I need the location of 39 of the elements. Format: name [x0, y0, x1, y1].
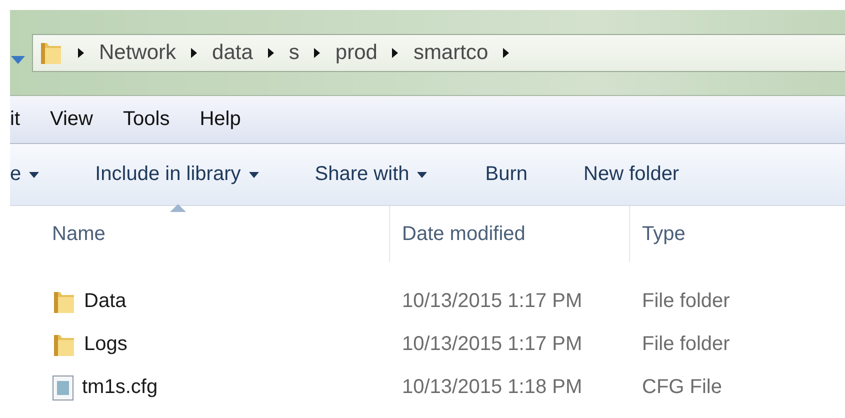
file-type: File folder	[642, 290, 730, 312]
file-name[interactable]: Data	[84, 290, 126, 313]
chevron-icon[interactable]	[266, 46, 275, 58]
date-modified: 10/13/2015 1:18 PM	[402, 376, 582, 398]
menu-item[interactable]: View	[50, 108, 93, 131]
breadcrumb-segment[interactable]: prod	[335, 40, 378, 64]
toolbar-button[interactable]: e	[10, 163, 40, 186]
file-type: CFG File	[642, 376, 722, 398]
chevron-icon[interactable]	[77, 46, 85, 58]
dropdown-chevron-icon[interactable]	[10, 54, 26, 64]
menu-item[interactable]: Help	[200, 108, 241, 131]
chevron-icon[interactable]	[391, 46, 400, 58]
breadcrumb-segment[interactable]: smartco	[413, 40, 488, 64]
sort-arrow-icon	[170, 204, 186, 212]
menu-item[interactable]: Tools	[123, 108, 170, 131]
breadcrumb-segment[interactable]: s	[288, 40, 300, 64]
breadcrumb-segment[interactable]: data	[212, 40, 253, 64]
address-bar[interactable]: Network data s prod smartco	[32, 34, 845, 72]
file-name[interactable]: tm1s.cfg	[82, 376, 158, 399]
file-type: File folder	[642, 333, 730, 355]
toolbar-button[interactable]: New folder	[584, 163, 680, 186]
column-header[interactable]: Type	[630, 206, 830, 262]
breadcrumb-segment[interactable]: Network	[99, 40, 176, 64]
date-modified: 10/13/2015 1:17 PM	[402, 290, 582, 312]
menu-item[interactable]: it	[10, 108, 20, 131]
caret-icon	[29, 172, 40, 178]
chevron-icon[interactable]	[313, 46, 322, 58]
date-modified: 10/13/2015 1:17 PM	[402, 333, 582, 355]
file-icon	[52, 374, 74, 400]
column-header[interactable]: Date modified	[390, 206, 630, 262]
toolbar-button[interactable]: Burn	[485, 163, 528, 186]
caret-icon	[417, 172, 428, 178]
toolbar-button[interactable]: Share with	[314, 163, 428, 186]
column-header[interactable]: Name	[10, 206, 390, 262]
toolbar-button[interactable]: Include in library	[95, 163, 259, 186]
chevron-icon[interactable]	[190, 46, 198, 58]
chevron-icon[interactable]	[502, 46, 510, 58]
caret-icon	[248, 172, 259, 178]
file-name[interactable]: Logs	[84, 333, 128, 356]
